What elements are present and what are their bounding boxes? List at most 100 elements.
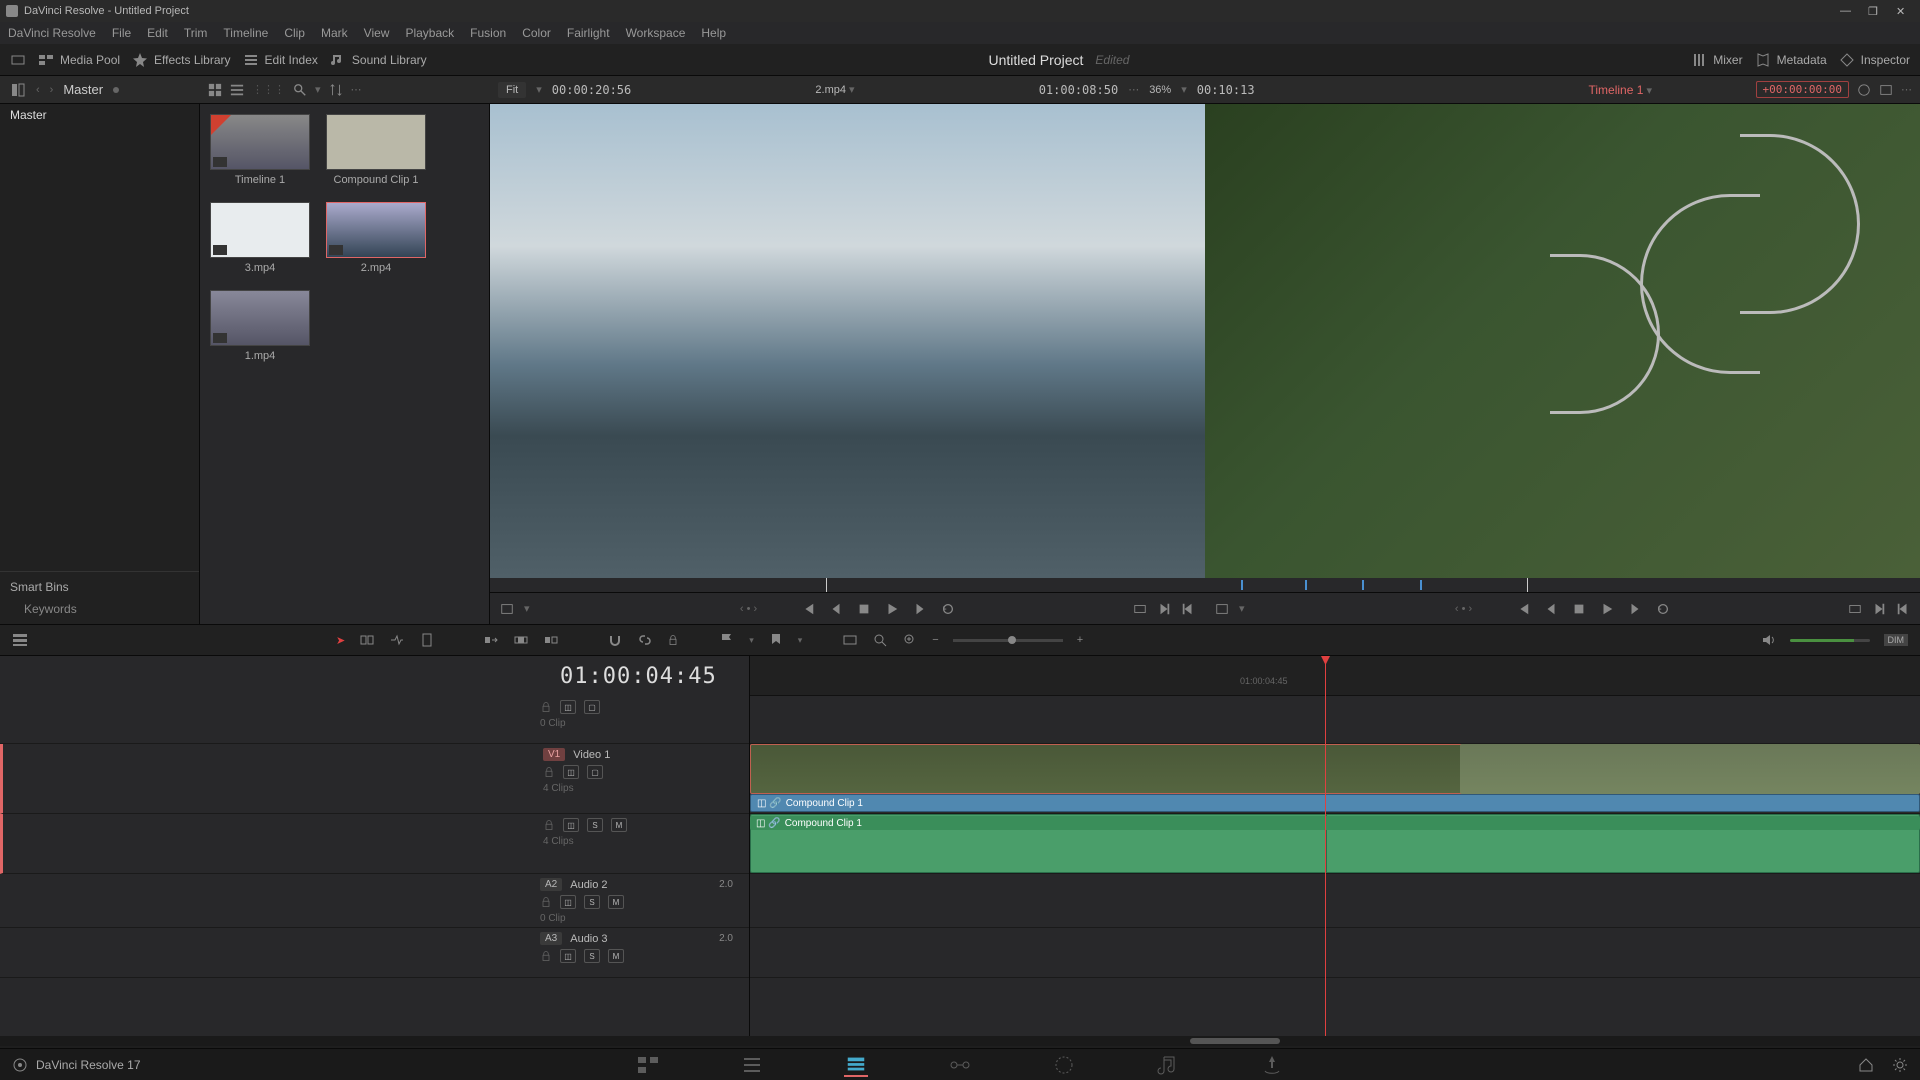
track-header-a3[interactable]: A3Audio 32.0 ◫SM [0,928,749,978]
metadata-button[interactable]: Metadata [1755,52,1827,68]
track-header-a1[interactable]: ◫SM 4 Clips [0,814,749,874]
page-media-icon[interactable] [636,1053,660,1077]
menu-trim[interactable]: Trim [184,26,208,40]
dim-button[interactable]: DIM [1884,634,1909,646]
insert-icon[interactable] [483,632,499,648]
prog-match-icon[interactable] [1848,602,1862,616]
single-viewer-icon[interactable] [1879,83,1893,97]
prog-stop-icon[interactable] [1572,602,1586,616]
sound-library-button[interactable]: Sound Library [330,52,427,68]
prog-next-icon[interactable] [1628,602,1642,616]
prog-play-icon[interactable] [1600,602,1614,616]
link-icon[interactable] [637,632,653,648]
prog-in-icon[interactable] [1872,602,1886,616]
bin-view-icon[interactable] [10,82,26,98]
src-opts-icon[interactable] [500,602,514,616]
lock-icon[interactable] [667,634,679,646]
zoom-slider[interactable] [953,639,1063,642]
inspector-button[interactable]: Inspector [1839,52,1910,68]
clip-compound-audio[interactable]: ◫ 🔗 Compound Clip 1 [750,816,1920,830]
track-header-v2[interactable]: ◫▢ 0 Clip [0,696,749,744]
menu-help[interactable]: Help [701,26,726,40]
prog-prev-icon[interactable] [1544,602,1558,616]
menu-playback[interactable]: Playback [405,26,454,40]
timeline-tracks[interactable]: 01:00:04:45 ◫ 🔗 Compound Clip 1 ◫ 🔗 Comp… [750,656,1920,1036]
edit-index-button[interactable]: Edit Index [243,52,318,68]
marker-icon[interactable] [768,632,784,648]
clip-video-2[interactable] [1460,744,1920,794]
selection-tool-icon[interactable]: ➤ [336,634,345,647]
menu-fairlight[interactable]: Fairlight [567,26,610,40]
menu-view[interactable]: View [364,26,390,40]
zoom-full-icon[interactable] [842,632,858,648]
overwrite-icon[interactable] [513,632,529,648]
thumb-view-icon[interactable] [208,83,222,97]
prog-loop-icon[interactable] [1656,602,1670,616]
prog-out-icon[interactable] [1896,602,1910,616]
viewer-zoom[interactable]: 36% [1149,84,1171,96]
prog-opts-icon[interactable] [1215,602,1229,616]
zoom-out-button[interactable]: − [932,634,938,646]
thumb-1mp4[interactable]: 1.mp4 [210,290,310,362]
track-header-a2[interactable]: A2Audio 22.0 ◫SM 0 Clip [0,874,749,928]
src-stop-icon[interactable] [857,602,871,616]
smart-bins-header[interactable]: Smart Bins [10,580,189,594]
tl-view-icon[interactable] [12,632,28,648]
menu-edit[interactable]: Edit [147,26,168,40]
program-image[interactable] [1205,104,1920,578]
bypass-icon[interactable] [1857,83,1871,97]
record-timecode[interactable]: +00:00:00:00 [1756,81,1849,98]
effects-library-button[interactable]: Effects Library [132,52,230,68]
dynamic-trim-icon[interactable] [389,632,405,648]
volume-icon[interactable] [1760,632,1776,648]
menu-fusion[interactable]: Fusion [470,26,506,40]
viewer-fit[interactable]: Fit [498,82,526,98]
settings-icon[interactable] [1892,1057,1908,1073]
zoom-detail-icon[interactable] [872,632,888,648]
source-scrub[interactable] [490,578,1205,592]
menu-davinci[interactable]: DaVinci Resolve [8,26,96,40]
page-deliver-icon[interactable] [1260,1053,1284,1077]
search-icon[interactable] [293,83,307,97]
media-pool-button[interactable]: Media Pool [38,52,120,68]
list-view-icon[interactable] [230,83,244,97]
snap-icon[interactable] [607,632,623,648]
blade-tool-icon[interactable] [419,632,435,648]
clip-compound-video[interactable]: ◫ 🔗 Compound Clip 1 [750,794,1920,812]
thumb-timeline1[interactable]: Timeline 1 [210,114,310,186]
bin-path[interactable]: Master [63,82,103,97]
zoom-in-button[interactable]: + [1077,634,1083,646]
minimize-button[interactable]: — [1840,5,1852,17]
src-prev-icon[interactable] [829,602,843,616]
src-first-icon[interactable] [801,602,815,616]
sort-icon[interactable] [329,83,343,97]
close-button[interactable]: ✕ [1896,5,1908,17]
timeline-ruler[interactable]: 01:00:04:45 [750,656,1920,696]
page-edit-icon[interactable] [844,1053,868,1077]
src-next-icon[interactable] [913,602,927,616]
src-loop-icon[interactable] [941,602,955,616]
match-frame-icon[interactable] [1133,602,1147,616]
expand-button[interactable] [10,52,26,68]
program-scrub[interactable] [1205,578,1920,592]
page-color-icon[interactable] [1052,1053,1076,1077]
thumb-3mp4[interactable]: 3.mp4 [210,202,310,274]
zoom-custom-icon[interactable] [902,632,918,648]
home-icon[interactable] [1858,1057,1874,1073]
smart-bin-keywords[interactable]: Keywords [10,602,189,616]
source-clip-name[interactable]: 2.mp4 [815,84,846,96]
mixer-button[interactable]: Mixer [1691,52,1742,68]
page-cut-icon[interactable] [740,1053,764,1077]
track-header-v1[interactable]: V1Video 1 ◫▢ 4 Clips [0,744,749,814]
timeline-selector[interactable]: Timeline 1 [1588,83,1643,97]
menu-clip[interactable]: Clip [284,26,305,40]
replace-icon[interactable] [543,632,559,648]
page-fusion-icon[interactable] [948,1053,972,1077]
menu-file[interactable]: File [112,26,131,40]
src-in-icon[interactable] [1157,602,1171,616]
src-out-icon[interactable] [1181,602,1195,616]
source-image[interactable] [490,104,1205,578]
menu-color[interactable]: Color [522,26,551,40]
timeline-scrollbar[interactable] [0,1036,1920,1046]
menu-workspace[interactable]: Workspace [626,26,686,40]
